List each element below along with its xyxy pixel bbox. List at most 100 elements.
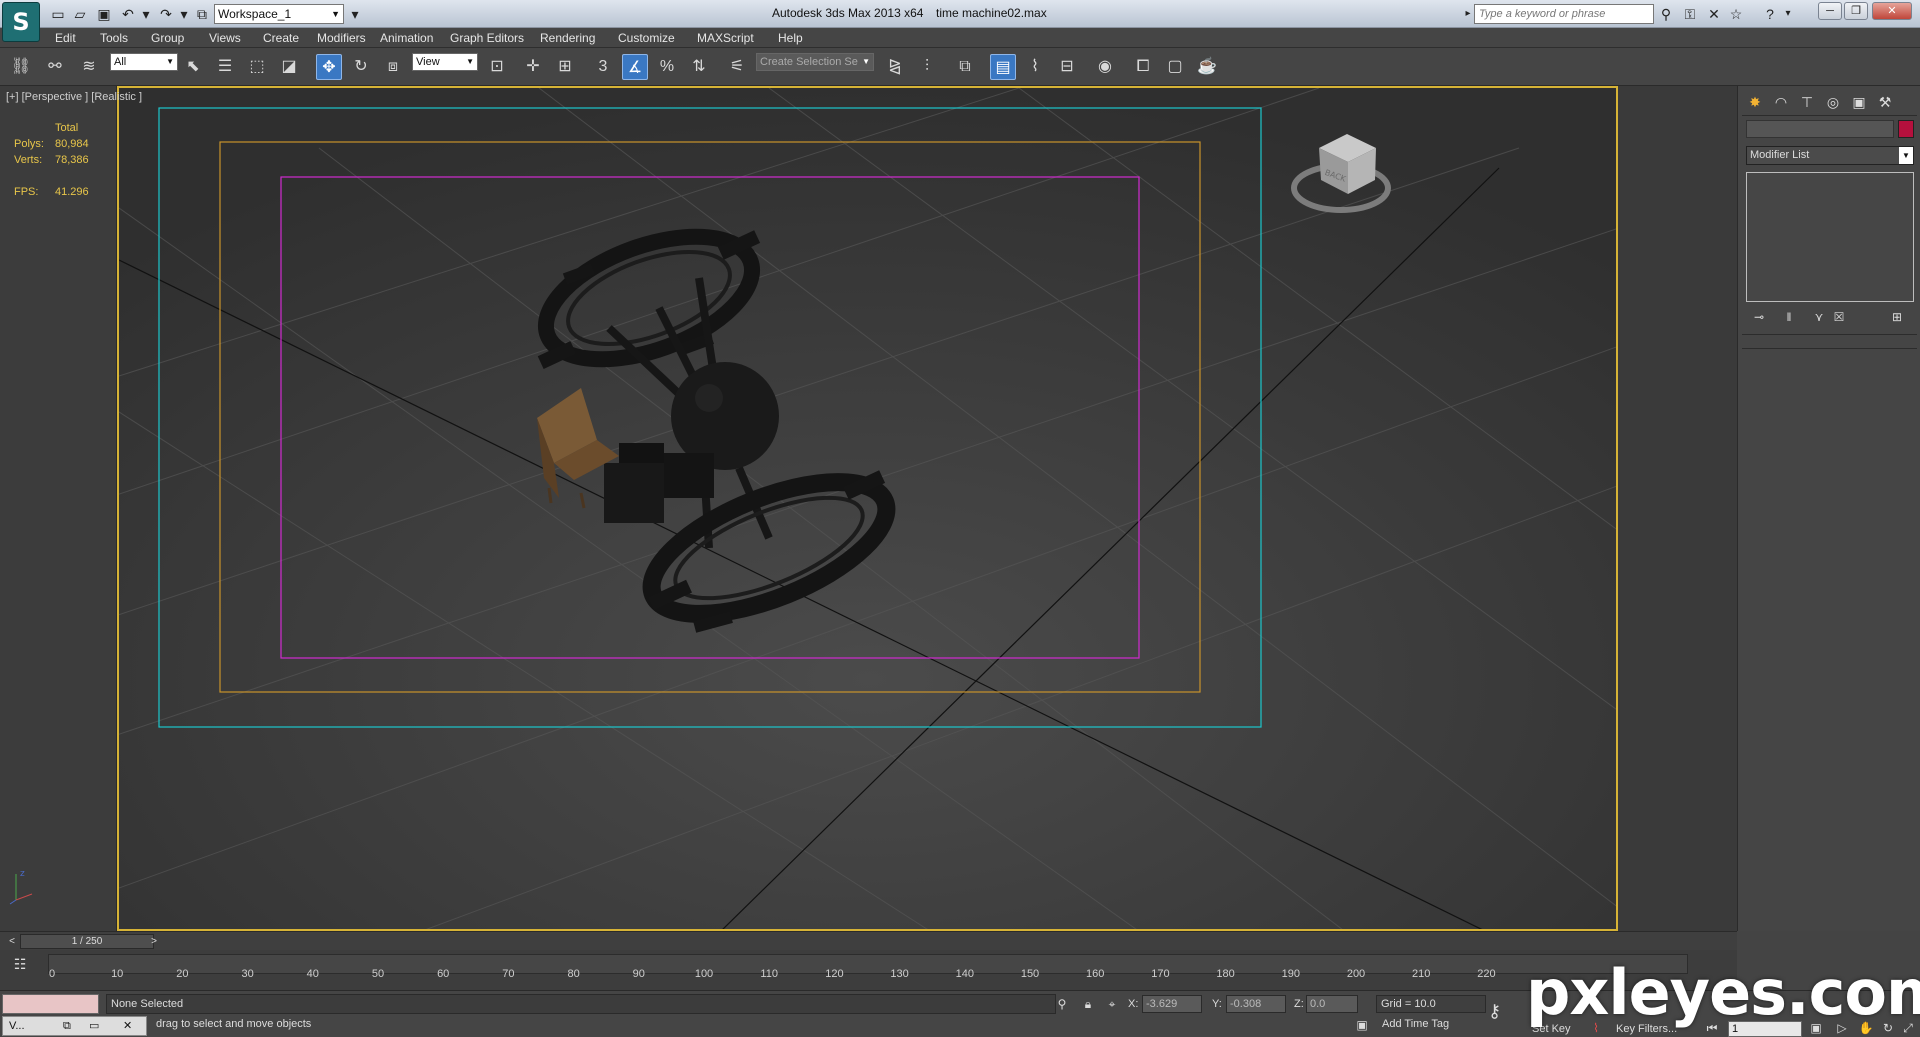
modify-tab-icon[interactable]: ◠ [1770,91,1792,113]
mirror-icon[interactable]: ⧎ [882,54,908,80]
rectangular-selection-icon[interactable]: ⬚ [244,54,270,80]
menu-edit[interactable]: Edit [55,31,76,45]
save-file-icon[interactable]: ▣ [94,4,114,24]
help-dropdown-icon[interactable]: ▾ [1778,4,1798,24]
motion-tab-icon[interactable]: ◎ [1822,91,1844,113]
absolute-mode-icon[interactable]: ⌖ [1104,997,1120,1013]
object-color-swatch[interactable] [1898,120,1914,138]
minimized-window-item[interactable]: V... ⧉ ▭ ✕ [2,1016,147,1036]
help-icon[interactable]: ? [1760,4,1780,24]
redo-icon[interactable]: ↷ [156,4,176,24]
viewport-label[interactable]: [+] [Perspective ] [Realistic ] [6,91,142,103]
display-tab-icon[interactable]: ▣ [1848,91,1870,113]
new-file-icon[interactable]: ▭ [48,4,68,24]
material-editor-icon[interactable]: ◉ [1092,54,1118,80]
create-tab-icon[interactable]: ✸ [1744,91,1766,113]
utilities-tab-icon[interactable]: ⚒ [1874,91,1896,113]
isolate-selection-icon[interactable]: ⚲ [1054,997,1070,1013]
select-and-scale-icon[interactable]: ⧈ [380,54,406,80]
make-unique-icon[interactable]: ⋎ [1808,308,1830,326]
select-and-move-icon[interactable]: ✥ [316,54,342,80]
select-by-name-icon[interactable]: ☰ [212,54,238,80]
favorites-star-icon[interactable]: ☆ [1726,4,1746,24]
z-coordinate-field[interactable]: 0.0 [1306,995,1358,1013]
modifier-stack[interactable] [1746,172,1914,302]
hierarchy-tab-icon[interactable]: ⊤ [1796,91,1818,113]
undo-icon[interactable]: ↶ [118,4,138,24]
close-button[interactable]: ✕ [1872,2,1912,20]
select-and-rotate-icon[interactable]: ↻ [348,54,374,80]
object-name-field[interactable] [1746,120,1894,138]
select-object-icon[interactable]: ⬉ [180,54,206,80]
menu-help[interactable]: Help [778,31,803,45]
binoculars-icon[interactable]: ⚲ [1656,4,1676,24]
open-file-icon[interactable]: ▱ [70,4,90,24]
pin-stack-icon[interactable]: ⊸ [1748,308,1770,326]
quick-access-dropdown-icon[interactable]: ▾ [345,4,365,24]
set-key-icon[interactable]: ⚷ [1488,1001,1501,1022]
remove-modifier-icon[interactable]: ☒ [1828,308,1850,326]
track-bar[interactable]: ☷ 0 10 20 30 40 50 60 70 80 90 100 110 120 130 140 150 1… [0,950,1737,990]
pivot-center-icon[interactable]: ⊡ [484,54,510,80]
perspective-viewport[interactable]: BACK [117,86,1618,931]
add-time-tag[interactable]: Add Time Tag [1382,1018,1449,1030]
app-logo-icon[interactable]: S [2,2,40,42]
menu-graph-editors[interactable]: Graph Editors [450,31,524,45]
time-slider[interactable]: < 1 / 250 > [0,931,1737,950]
menu-tools[interactable]: Tools [100,31,128,45]
trackbar-ruler[interactable] [48,954,1688,974]
menu-maxscript[interactable]: MAXScript [697,31,754,45]
unlink-icon[interactable]: ⚯ [42,54,68,80]
maximize-button[interactable]: ❐ [1844,2,1868,20]
render-production-icon[interactable]: ☕ [1194,54,1220,80]
undo-dropdown-icon[interactable]: ▾ [136,4,156,24]
configure-modifier-sets-icon[interactable]: ⊞ [1886,308,1908,326]
keyboard-shortcut-override-icon[interactable]: ⊞ [552,54,578,80]
close-icon[interactable]: ✕ [123,1017,132,1035]
snaps-toggle-icon[interactable]: 3 [590,54,616,80]
named-selection-set-select[interactable]: Create Selection Se ▼ [756,53,874,71]
y-coordinate-field[interactable]: -0.308 [1226,995,1286,1013]
subscription-icon[interactable]: ⚿ [1680,4,1700,24]
menu-group[interactable]: Group [151,31,184,45]
redo-dropdown-icon[interactable]: ▾ [174,4,194,24]
project-folder-icon[interactable]: ⧉ [192,4,212,24]
minimize-button[interactable]: ─ [1818,2,1842,20]
menu-customize[interactable]: Customize [618,31,675,45]
restore-icon[interactable]: ⧉ [63,1017,71,1035]
search-input[interactable]: Type a keyword or phrase [1474,4,1654,24]
time-slider-thumb[interactable]: 1 / 250 [20,934,154,949]
curve-editor-icon[interactable]: ⌇ [1022,54,1048,80]
modifier-list-select[interactable]: Modifier List ▼ [1746,146,1914,165]
menu-create[interactable]: Create [263,31,299,45]
angle-snap-icon[interactable]: ∡ [622,54,648,80]
next-frame-icon[interactable]: > [148,934,160,949]
menu-animation[interactable]: Animation [380,31,433,45]
workspace-select[interactable]: Workspace_1 ▼ [214,4,344,24]
rendered-frame-window-icon[interactable]: ▢ [1162,54,1188,80]
menu-modifiers[interactable]: Modifiers [317,31,366,45]
schematic-view-icon[interactable]: ⊟ [1054,54,1080,80]
bind-space-warp-icon[interactable]: ≋ [76,54,102,80]
menu-rendering[interactable]: Rendering [540,31,595,45]
selection-lock-icon[interactable]: 🔒︎ [1080,997,1096,1013]
window-crossing-icon[interactable]: ◪ [276,54,302,80]
edit-named-selection-icon[interactable]: ⚟ [724,54,750,80]
show-end-result-icon[interactable]: ‖ [1778,308,1800,326]
selection-filter-select[interactable]: All ▼ [110,53,178,71]
maxscript-mini-listener[interactable] [2,994,99,1014]
reference-coordinate-select[interactable]: View ▼ [412,53,478,71]
spinner-snap-icon[interactable]: ⇅ [686,54,712,80]
select-and-manipulate-icon[interactable]: ✛ [520,54,546,80]
link-icon[interactable]: ⛓ [8,54,34,80]
render-setup-icon[interactable]: ⧠ [1130,54,1156,80]
previous-frame-icon[interactable]: < [6,934,18,949]
toggle-ribbon-icon[interactable]: ▤ [990,54,1016,80]
x-coordinate-field[interactable]: -3.629 [1142,995,1202,1013]
mini-curve-editor-icon[interactable]: ☷ [8,956,32,976]
menu-views[interactable]: Views [209,31,241,45]
percent-snap-icon[interactable]: % [654,54,680,80]
layer-manager-icon[interactable]: ⧉ [952,54,978,80]
maximize-icon[interactable]: ▭ [89,1017,99,1035]
communication-center-icon[interactable]: ✕ [1704,4,1724,24]
